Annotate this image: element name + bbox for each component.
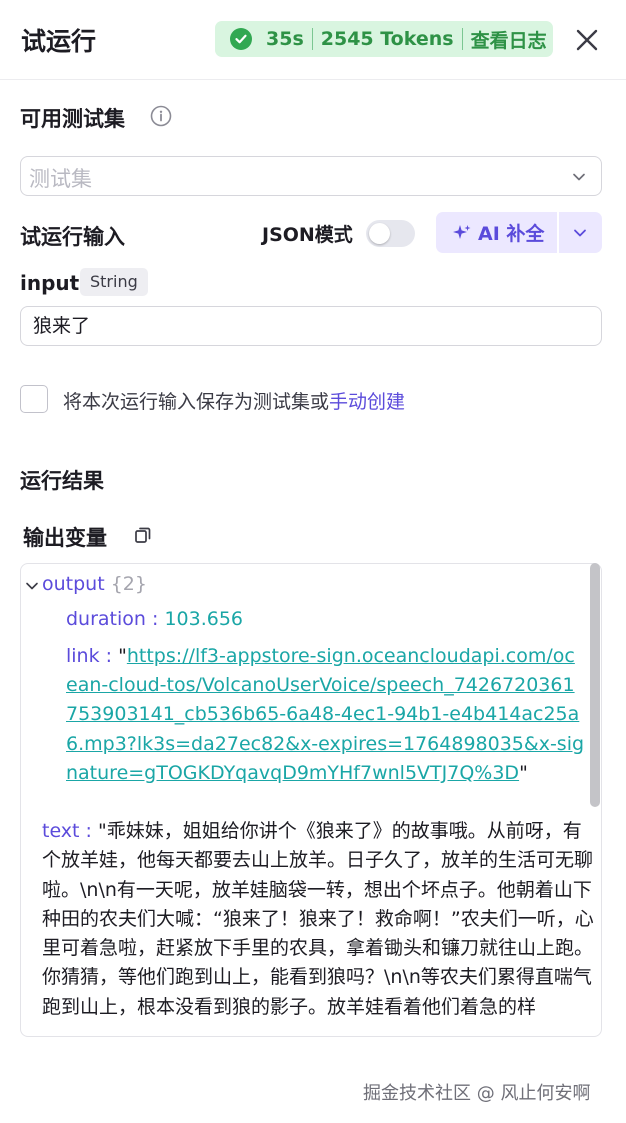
header: 试运行 35s 2545 Tokens 查看日志 <box>0 0 626 80</box>
test-set-label: 可用测试集 <box>20 107 125 131</box>
duration-node: duration : 103.656 <box>66 608 244 630</box>
manual-create-link[interactable]: 手动创建 <box>329 391 405 413</box>
run-input-label: 试运行输入 <box>20 225 125 249</box>
output-json-viewer[interactable]: output {2} duration : 103.656 link : "ht… <box>20 563 602 1037</box>
test-set-placeholder: 测试集 <box>29 167 92 191</box>
copy-icon[interactable] <box>133 525 153 545</box>
output-node[interactable]: output {2} <box>42 573 147 595</box>
duration-key: duration <box>66 608 146 630</box>
info-icon[interactable] <box>150 105 172 127</box>
output-key: output <box>42 573 105 595</box>
input-value-field[interactable]: 狼来了 <box>20 306 602 346</box>
text-value: 乖妹妹，姐姐给你讲个《狼来了》的故事哦。从前呀，有个放羊娃，他每天都要去山上放羊… <box>42 820 594 1018</box>
output-vars-label: 输出变量 <box>23 526 107 550</box>
page-title: 试运行 <box>21 27 97 56</box>
chevron-down-icon <box>573 173 585 181</box>
sparkle-icon <box>453 224 471 239</box>
json-mode-label: JSON模式 <box>262 224 353 246</box>
json-mode-toggle[interactable] <box>366 220 415 247</box>
output-count: {2} <box>110 573 147 595</box>
duration-value: 103.656 <box>164 608 244 630</box>
pill-divider <box>461 28 463 50</box>
text-key: text <box>42 820 80 842</box>
save-as-test-set-checkbox[interactable] <box>20 385 48 413</box>
run-status-badge: 35s 2545 Tokens 查看日志 <box>215 21 553 57</box>
ai-options-dropdown[interactable] <box>559 212 602 253</box>
link-node: link : "https://lf3-appstore-sign.oceanc… <box>66 645 585 784</box>
ai-complete-button[interactable]: AI 补全 <box>436 212 557 253</box>
ai-complete-label: AI 补全 <box>478 223 545 245</box>
view-log-link[interactable]: 查看日志 <box>471 26 547 53</box>
text-node: text : "乖妹妹，姐姐给你讲个《狼来了》的故事哦。从前呀，有个放羊娃，他每… <box>42 820 594 1018</box>
run-duration: 35s <box>266 28 304 50</box>
toggle-knob <box>369 223 390 244</box>
save-option-text: 将本次运行输入保存为测试集或 <box>63 391 330 413</box>
run-results-label: 运行结果 <box>20 469 104 493</box>
link-value[interactable]: https://lf3-appstore-sign.oceancloudapi.… <box>66 645 584 784</box>
caret-down-icon[interactable] <box>25 579 39 593</box>
link-key: link <box>66 645 100 667</box>
pill-divider <box>311 28 313 50</box>
close-icon[interactable] <box>572 25 602 55</box>
watermark: 掘金技术社区 @ 风止何安啊 <box>363 1083 591 1104</box>
input-type-tag: String <box>80 268 148 296</box>
token-count: 2545 Tokens <box>320 28 454 50</box>
input-field-name: input <box>20 271 80 295</box>
output-scrollbar[interactable] <box>590 563 600 807</box>
test-set-select[interactable]: 测试集 <box>20 156 602 196</box>
save-as-test-set-text: 将本次运行输入保存为测试集或手动创建 <box>63 387 405 414</box>
check-circle-icon <box>230 28 252 50</box>
chevron-down-icon <box>574 229 586 237</box>
